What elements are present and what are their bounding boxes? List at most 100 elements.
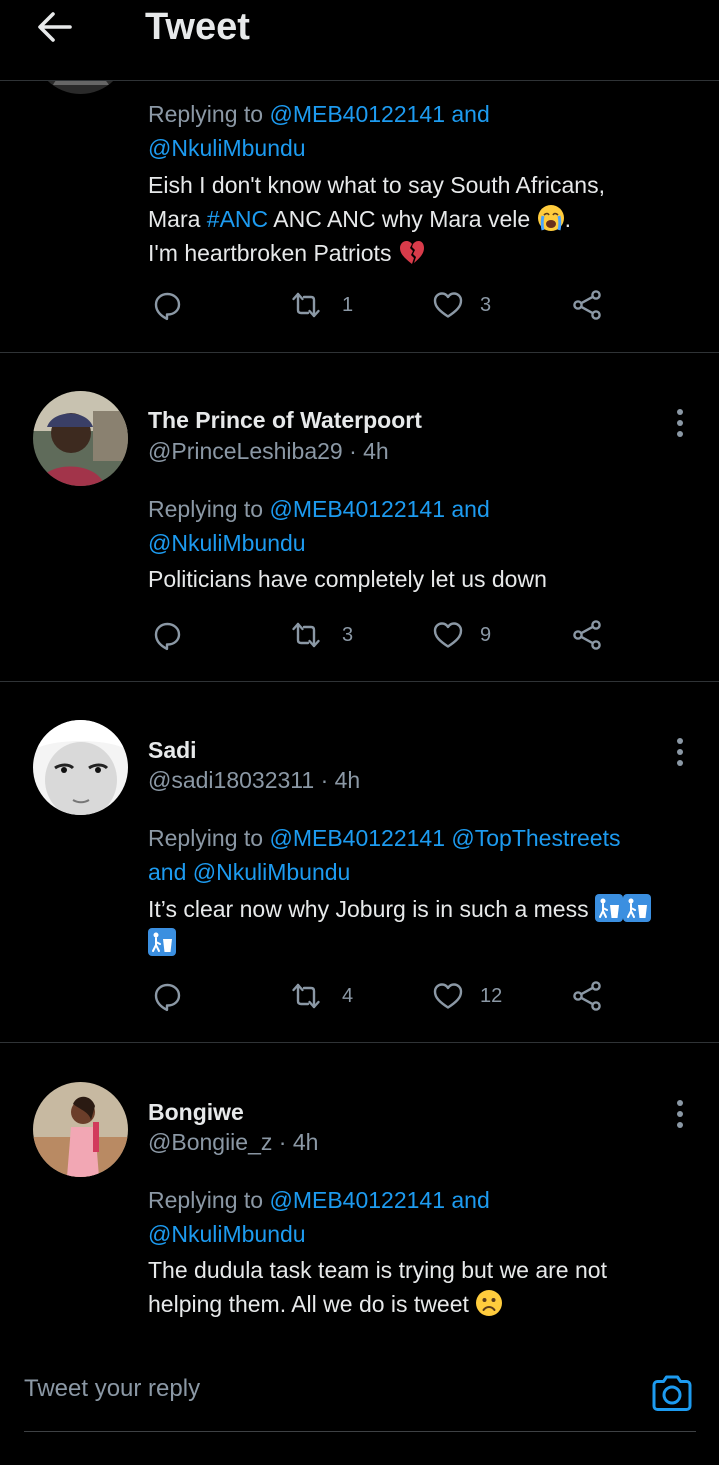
reply-button[interactable] bbox=[150, 285, 186, 325]
mention-link[interactable]: @NkuliMbundu bbox=[148, 135, 306, 161]
replying-to-label: Replying to bbox=[148, 496, 270, 522]
text-span: ANC ANC why Mara vele bbox=[268, 206, 537, 232]
like-icon bbox=[433, 983, 463, 1009]
like-button[interactable]: 9 bbox=[430, 615, 491, 655]
retweet-icon bbox=[292, 983, 320, 1009]
display-name[interactable]: Sadi bbox=[148, 737, 197, 764]
broken-heart-emoji bbox=[399, 241, 424, 264]
share-button[interactable] bbox=[570, 976, 606, 1016]
text-line: The dudula task team is trying but we ar… bbox=[148, 1257, 607, 1283]
reply-icon bbox=[154, 983, 181, 1012]
mention-link[interactable]: @MEB40122141 bbox=[269, 496, 445, 522]
tweet-text: The dudula task team is trying but we ar… bbox=[148, 1253, 703, 1321]
text-span: It’s clear now why Joburg is in such a m… bbox=[148, 896, 595, 922]
like-count: 12 bbox=[480, 984, 503, 1007]
replying-to: Replying to @MEB40122141 @TopThestreets … bbox=[148, 821, 703, 889]
text-span: . bbox=[564, 206, 571, 232]
composer-divider bbox=[24, 1431, 696, 1432]
crying-face-emoji bbox=[537, 205, 564, 231]
mention-link[interactable]: @NkuliMbundu bbox=[193, 859, 351, 885]
more-options-button[interactable] bbox=[664, 403, 696, 443]
text-line: Eish I don't know what to say South Afri… bbox=[148, 172, 605, 198]
replying-to-label: Replying to bbox=[148, 101, 270, 127]
mention-link[interactable]: @NkuliMbundu bbox=[148, 1221, 306, 1247]
user-handle[interactable]: @PrinceLeshiba29 bbox=[148, 438, 343, 464]
user-handle[interactable]: @Bongiie_z bbox=[148, 1129, 272, 1155]
camera-button[interactable] bbox=[650, 1371, 694, 1415]
mention-link[interactable]: @TopThestreets bbox=[451, 825, 620, 851]
reply-composer bbox=[0, 1341, 719, 1465]
tweet-time: · 4h bbox=[320, 767, 361, 793]
mention-link[interactable]: @MEB40122141 bbox=[269, 101, 445, 127]
replying-to: Replying to @MEB40122141 and @NkuliMbund… bbox=[148, 492, 703, 560]
mention-conjunction: and bbox=[451, 1187, 490, 1213]
reply-icon bbox=[154, 622, 181, 651]
page-title: Tweet bbox=[145, 6, 250, 48]
reply-icon bbox=[154, 292, 181, 321]
replying-to: Replying to @MEB40122141 and @NkuliMbund… bbox=[148, 97, 703, 165]
share-icon bbox=[573, 620, 601, 650]
text-span: I'm heartbroken Patriots bbox=[148, 240, 398, 266]
more-options-button[interactable] bbox=[664, 732, 696, 772]
mention-conjunction: and bbox=[148, 859, 187, 885]
like-icon bbox=[433, 622, 463, 648]
reply-button[interactable] bbox=[150, 615, 186, 655]
reply-input[interactable] bbox=[24, 1365, 624, 1413]
retweet-count: 4 bbox=[342, 984, 354, 1007]
tweet-actions: 4 12 bbox=[0, 976, 719, 1016]
more-options-button[interactable] bbox=[664, 1094, 696, 1134]
back-button[interactable] bbox=[34, 8, 78, 46]
tweet-time: · 4h bbox=[278, 1129, 319, 1155]
retweet-button[interactable]: 3 bbox=[288, 615, 353, 655]
text-span: Mara bbox=[148, 206, 207, 232]
top-bar: Tweet bbox=[0, 0, 719, 81]
text-span: helping them. All we do is tweet bbox=[148, 1291, 476, 1317]
retweet-count: 1 bbox=[342, 293, 354, 316]
replying-to-label: Replying to bbox=[148, 825, 270, 851]
share-icon bbox=[573, 981, 601, 1011]
handle-time: @Bongiie_z · 4h bbox=[148, 1129, 318, 1156]
retweet-button[interactable]: 1 bbox=[288, 285, 353, 325]
like-count: 3 bbox=[480, 293, 492, 316]
mention-link[interactable]: @MEB40122141 bbox=[269, 825, 445, 851]
tweet-actions: 3 9 bbox=[0, 615, 719, 655]
tweet-item[interactable]: Sadi @sadi18032311 · 4h Replying to @MEB… bbox=[0, 682, 719, 1043]
retweet-icon bbox=[292, 622, 320, 648]
hashtag-link[interactable]: #ANC bbox=[207, 206, 268, 232]
tweet-item[interactable]: The Prince of Waterpoort @PrinceLeshiba2… bbox=[0, 353, 719, 682]
litter-bin-emoji bbox=[622, 894, 651, 922]
mention-conjunction: and bbox=[451, 101, 490, 127]
handle-time: @sadi18032311 · 4h bbox=[148, 767, 360, 794]
avatar[interactable] bbox=[33, 1082, 128, 1177]
avatar[interactable] bbox=[33, 720, 128, 815]
like-icon bbox=[433, 292, 463, 318]
mention-conjunction: and bbox=[451, 496, 490, 522]
tweet-actions: 1 3 bbox=[0, 285, 719, 325]
share-button[interactable] bbox=[570, 285, 606, 325]
display-name[interactable]: Bongiwe bbox=[148, 1099, 244, 1126]
mention-link[interactable]: @NkuliMbundu bbox=[148, 530, 306, 556]
share-icon bbox=[573, 290, 601, 320]
share-button[interactable] bbox=[570, 615, 606, 655]
handle-time: @PrinceLeshiba29 · 4h bbox=[148, 438, 389, 465]
replying-to-label: Replying to bbox=[148, 1187, 270, 1213]
like-count: 9 bbox=[480, 623, 492, 646]
reply-button[interactable] bbox=[150, 976, 186, 1016]
retweet-count: 3 bbox=[342, 623, 354, 646]
tweet-text: It’s clear now why Joburg is in such a m… bbox=[148, 892, 703, 960]
replying-to: Replying to @MEB40122141 and @NkuliMbund… bbox=[148, 1183, 703, 1251]
like-button[interactable]: 12 bbox=[430, 976, 502, 1016]
mention-link[interactable]: @MEB40122141 bbox=[269, 1187, 445, 1213]
avatar[interactable] bbox=[33, 391, 128, 486]
litter-bin-emoji bbox=[148, 928, 176, 956]
camera-icon bbox=[652, 1375, 692, 1411]
tweet-time: · 4h bbox=[349, 438, 389, 464]
retweet-button[interactable]: 4 bbox=[288, 976, 353, 1016]
litter-bin-emoji bbox=[594, 894, 623, 922]
like-button[interactable]: 3 bbox=[430, 285, 491, 325]
display-name[interactable]: The Prince of Waterpoort bbox=[148, 407, 422, 434]
user-handle[interactable]: @sadi18032311 bbox=[148, 767, 314, 793]
tweet-item[interactable]: Bongiwe @Bongiie_z · 4h Replying to @MEB… bbox=[0, 1043, 719, 1341]
tweet-text: Politicians have completely let us down bbox=[148, 566, 547, 592]
tweet-text: Eish I don't know what to say South Afri… bbox=[148, 168, 703, 270]
